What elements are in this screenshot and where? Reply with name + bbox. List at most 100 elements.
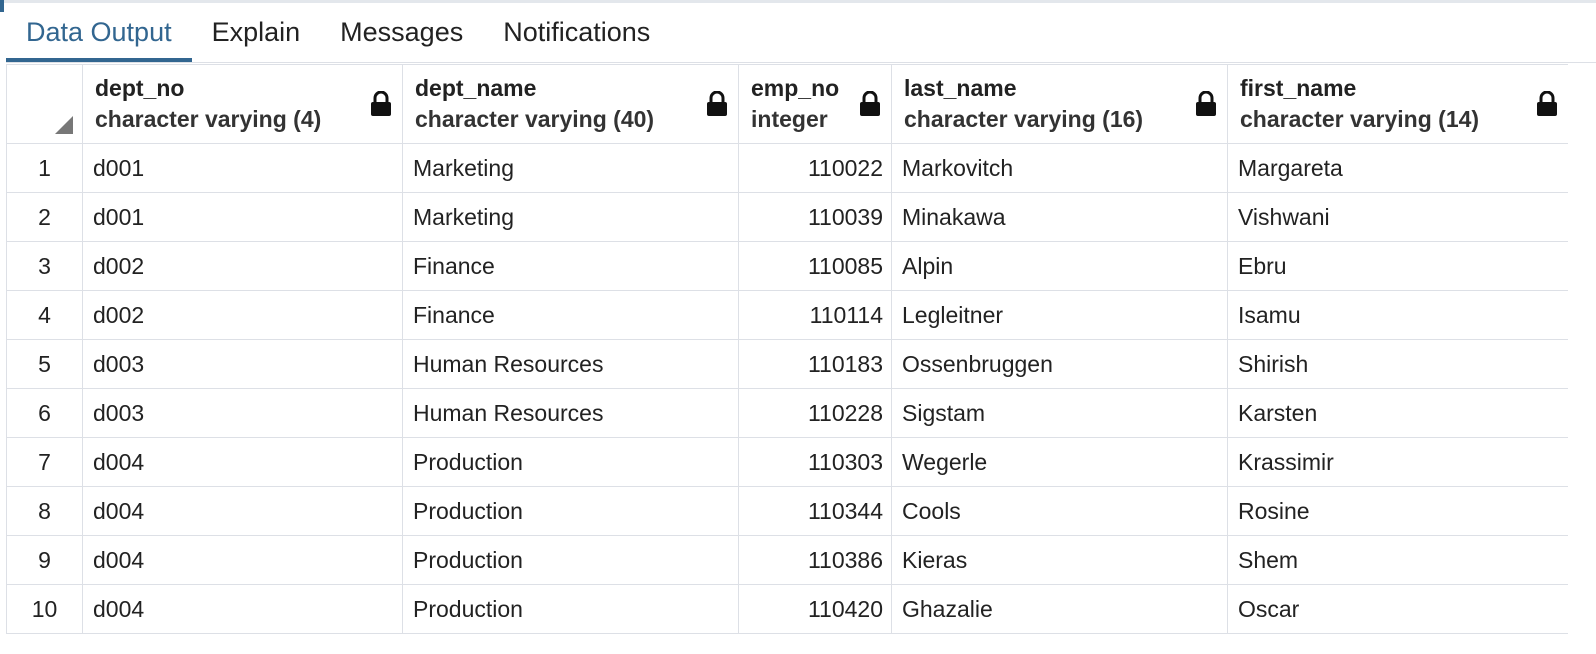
column-name: first_name bbox=[1240, 75, 1357, 101]
cell-emp-no[interactable]: 110039 bbox=[738, 192, 892, 242]
cell-first-name[interactable]: Oscar bbox=[1227, 584, 1568, 634]
row-number[interactable]: 4 bbox=[6, 290, 83, 340]
column-header-last-name[interactable]: last_name character varying (16) bbox=[891, 64, 1228, 144]
cell-dept-name[interactable]: Finance bbox=[402, 290, 739, 340]
cell-dept-name[interactable]: Production bbox=[402, 535, 739, 585]
column-header-emp-no[interactable]: emp_no integer bbox=[738, 64, 892, 144]
table-row[interactable]: 4 d002 Finance 110114 Legleitner Isamu bbox=[6, 290, 1568, 340]
row-number[interactable]: 7 bbox=[6, 437, 83, 487]
lock-icon bbox=[371, 91, 391, 116]
lock-icon bbox=[1537, 91, 1557, 116]
lock-icon bbox=[1196, 91, 1216, 116]
cell-dept-name[interactable]: Production bbox=[402, 486, 739, 536]
select-all-triangle-icon[interactable] bbox=[55, 116, 73, 134]
tab-data-output[interactable]: Data Output bbox=[6, 6, 192, 62]
cell-first-name[interactable]: Krassimir bbox=[1227, 437, 1568, 487]
cell-first-name[interactable]: Shem bbox=[1227, 535, 1568, 585]
tab-messages[interactable]: Messages bbox=[320, 6, 483, 62]
panel-corner-marker bbox=[0, 0, 4, 12]
cell-last-name[interactable]: Ossenbruggen bbox=[891, 339, 1228, 389]
cell-first-name[interactable]: Vishwani bbox=[1227, 192, 1568, 242]
cell-dept-name[interactable]: Marketing bbox=[402, 192, 739, 242]
cell-dept-name[interactable]: Production bbox=[402, 584, 739, 634]
cell-dept-no[interactable]: d003 bbox=[82, 339, 403, 389]
column-name: dept_no bbox=[95, 75, 185, 101]
table-row[interactable]: 3 d002 Finance 110085 Alpin Ebru bbox=[6, 241, 1568, 291]
row-number[interactable]: 1 bbox=[6, 143, 83, 193]
cell-first-name[interactable]: Ebru bbox=[1227, 241, 1568, 291]
table-body: 1 d001 Marketing 110022 Markovitch Margareta 2… bbox=[6, 143, 1568, 634]
cell-dept-name[interactable]: Finance bbox=[402, 241, 739, 291]
select-all-cell[interactable] bbox=[6, 64, 83, 144]
row-number[interactable]: 2 bbox=[6, 192, 83, 242]
column-type: integer bbox=[751, 106, 828, 132]
column-header-first-name[interactable]: first_name character varying (14) bbox=[1227, 64, 1568, 144]
column-header-dept-no[interactable]: dept_no character varying (4) bbox=[82, 64, 403, 144]
column-type: character varying (14) bbox=[1240, 106, 1480, 132]
row-number[interactable]: 6 bbox=[6, 388, 83, 438]
cell-last-name[interactable]: Sigstam bbox=[891, 388, 1228, 438]
cell-dept-name[interactable]: Human Resources bbox=[402, 339, 739, 389]
table-row[interactable]: 1 d001 Marketing 110022 Markovitch Margareta bbox=[6, 143, 1568, 193]
cell-last-name[interactable]: Alpin bbox=[891, 241, 1228, 291]
cell-dept-no[interactable]: d003 bbox=[82, 388, 403, 438]
cell-last-name[interactable]: Minakawa bbox=[891, 192, 1228, 242]
column-header-dept-name[interactable]: dept_name character varying (40) bbox=[402, 64, 739, 144]
cell-dept-no[interactable]: d001 bbox=[82, 143, 403, 193]
cell-emp-no[interactable]: 110420 bbox=[738, 584, 892, 634]
column-name: last_name bbox=[904, 75, 1017, 101]
cell-emp-no[interactable]: 110303 bbox=[738, 437, 892, 487]
row-number[interactable]: 10 bbox=[6, 584, 83, 634]
row-number[interactable]: 3 bbox=[6, 241, 83, 291]
cell-last-name[interactable]: Cools bbox=[891, 486, 1228, 536]
table-row[interactable]: 9 d004 Production 110386 Kieras Shem bbox=[6, 535, 1568, 585]
cell-dept-no[interactable]: d002 bbox=[82, 241, 403, 291]
cell-emp-no[interactable]: 110228 bbox=[738, 388, 892, 438]
cell-dept-no[interactable]: d002 bbox=[82, 290, 403, 340]
cell-dept-no[interactable]: d004 bbox=[82, 437, 403, 487]
row-number[interactable]: 9 bbox=[6, 535, 83, 585]
cell-dept-no[interactable]: d001 bbox=[82, 192, 403, 242]
result-table: dept_no character varying (4) dept_name … bbox=[6, 64, 1568, 634]
cell-dept-name[interactable]: Human Resources bbox=[402, 388, 739, 438]
data-grid[interactable]: dept_no character varying (4) dept_name … bbox=[6, 64, 1568, 654]
output-tab-bar: Data Output Explain Messages Notificatio… bbox=[6, 3, 1596, 63]
table-row[interactable]: 8 d004 Production 110344 Cools Rosine bbox=[6, 486, 1568, 536]
cell-last-name[interactable]: Markovitch bbox=[891, 143, 1228, 193]
cell-last-name[interactable]: Wegerle bbox=[891, 437, 1228, 487]
cell-last-name[interactable]: Kieras bbox=[891, 535, 1228, 585]
cell-emp-no[interactable]: 110022 bbox=[738, 143, 892, 193]
column-type: character varying (16) bbox=[904, 106, 1144, 132]
cell-emp-no[interactable]: 110344 bbox=[738, 486, 892, 536]
cell-dept-no[interactable]: d004 bbox=[82, 486, 403, 536]
cell-dept-name[interactable]: Marketing bbox=[402, 143, 739, 193]
table-row[interactable]: 6 d003 Human Resources 110228 Sigstam Karsten bbox=[6, 388, 1568, 438]
cell-dept-name[interactable]: Production bbox=[402, 437, 739, 487]
lock-icon bbox=[860, 91, 880, 116]
table-row[interactable]: 2 d001 Marketing 110039 Minakawa Vishwani bbox=[6, 192, 1568, 242]
cell-last-name[interactable]: Ghazalie bbox=[891, 584, 1228, 634]
tab-explain[interactable]: Explain bbox=[192, 6, 321, 62]
cell-emp-no[interactable]: 110085 bbox=[738, 241, 892, 291]
cell-emp-no[interactable]: 110114 bbox=[738, 290, 892, 340]
cell-first-name[interactable]: Karsten bbox=[1227, 388, 1568, 438]
cell-first-name[interactable]: Shirish bbox=[1227, 339, 1568, 389]
cell-dept-no[interactable]: d004 bbox=[82, 535, 403, 585]
cell-first-name[interactable]: Margareta bbox=[1227, 143, 1568, 193]
cell-emp-no[interactable]: 110183 bbox=[738, 339, 892, 389]
table-row[interactable]: 5 d003 Human Resources 110183 Ossenbruggen Sh… bbox=[6, 339, 1568, 389]
cell-last-name[interactable]: Legleitner bbox=[891, 290, 1228, 340]
header-row: dept_no character varying (4) dept_name … bbox=[6, 64, 1568, 144]
cell-dept-no[interactable]: d004 bbox=[82, 584, 403, 634]
column-name: dept_name bbox=[415, 75, 537, 101]
table-row[interactable]: 7 d004 Production 110303 Wegerle Krassimir bbox=[6, 437, 1568, 487]
cell-first-name[interactable]: Isamu bbox=[1227, 290, 1568, 340]
table-row[interactable]: 10 d004 Production 110420 Ghazalie Oscar bbox=[6, 584, 1568, 634]
column-type: character varying (4) bbox=[95, 106, 322, 132]
row-number[interactable]: 5 bbox=[6, 339, 83, 389]
column-type: character varying (40) bbox=[415, 106, 655, 132]
tab-notifications[interactable]: Notifications bbox=[483, 6, 670, 62]
row-number[interactable]: 8 bbox=[6, 486, 83, 536]
cell-emp-no[interactable]: 110386 bbox=[738, 535, 892, 585]
cell-first-name[interactable]: Rosine bbox=[1227, 486, 1568, 536]
